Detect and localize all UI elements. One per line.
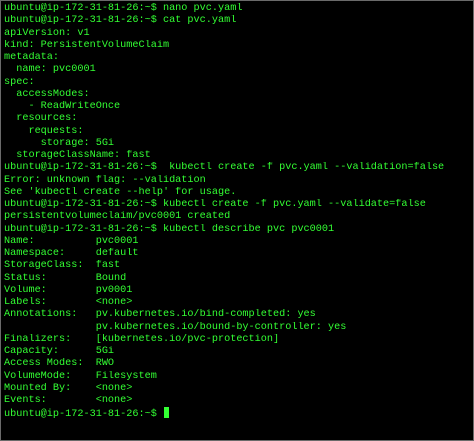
- terminal-line: Capacity: 5Gi: [4, 346, 115, 357]
- text-cursor: [163, 407, 169, 419]
- terminal-line: Name: pvc0001: [4, 235, 139, 247]
- terminal-line: storage: 5Gi: [4, 137, 115, 149]
- terminal-line: Finalizers: [kubernetes.io/pvc-protectio…: [4, 333, 280, 345]
- terminal-line: ubuntu@ip-172-31-81-26:~$ kubectl create…: [4, 162, 445, 174]
- terminal-line: Access Modes: RWO: [4, 358, 115, 370]
- terminal-line: - ReadWriteOnce: [4, 101, 121, 112]
- shell-prompt: ubuntu@ip-172-31-81-26:~$: [4, 409, 163, 420]
- terminal-line: Status: Bound: [4, 272, 127, 284]
- terminal-line: storageClassName: fast: [4, 150, 151, 161]
- terminal-line: Mounted By: <none>: [4, 382, 133, 394]
- terminal-window[interactable]: ubuntu@ip-172-31-81-26:~$ nano pvc.yaml …: [0, 0, 474, 441]
- terminal-prompt-line[interactable]: ubuntu@ip-172-31-81-26:~$: [4, 407, 471, 420]
- terminal-line: apiVersion: v1: [4, 27, 90, 39]
- terminal-line: Labels: <none>: [4, 297, 133, 308]
- terminal-line: accessModes:: [4, 88, 90, 100]
- terminal-line: resources:: [4, 113, 78, 125]
- terminal-line: ubuntu@ip-172-31-81-26:~$ kubectl create…: [4, 199, 426, 210]
- terminal-line: persistentvolumeclaim/pvc0001 created: [4, 211, 231, 223]
- terminal-line: ubuntu@ip-172-31-81-26:~$ nano pvc.yaml: [4, 3, 243, 14]
- terminal-line: spec:: [4, 76, 35, 88]
- terminal-line: StorageClass: fast: [4, 260, 121, 272]
- terminal-line: ubuntu@ip-172-31-81-26:~$ cat pvc.yaml: [4, 15, 237, 27]
- terminal-line: Namespace: default: [4, 248, 139, 259]
- terminal-line: metadata:: [4, 52, 60, 63]
- terminal-line: ubuntu@ip-172-31-81-26:~$ kubectl descri…: [4, 223, 335, 235]
- terminal-line: Volume: pv0001: [4, 284, 133, 296]
- terminal-line: requests:: [4, 125, 84, 137]
- terminal-line: kind: PersistentVolumeClaim: [4, 39, 170, 51]
- terminal-line: Annotations: pv.kubernetes.io/bind-compl…: [4, 309, 316, 321]
- terminal-line: Error: unknown flag: --validation: [4, 174, 206, 186]
- terminal-line: pv.kubernetes.io/bound-by-controller: ye…: [4, 321, 347, 333]
- terminal-line: VolumeMode: Filesystem: [4, 370, 157, 382]
- terminal-line: name: pvc0001: [4, 64, 96, 76]
- terminal-output: ubuntu@ip-172-31-81-26:~$ nano pvc.yaml …: [4, 3, 471, 420]
- terminal-line: See 'kubectl create --help' for usage.: [4, 186, 237, 198]
- terminal-line: Events: <none>: [4, 395, 133, 406]
